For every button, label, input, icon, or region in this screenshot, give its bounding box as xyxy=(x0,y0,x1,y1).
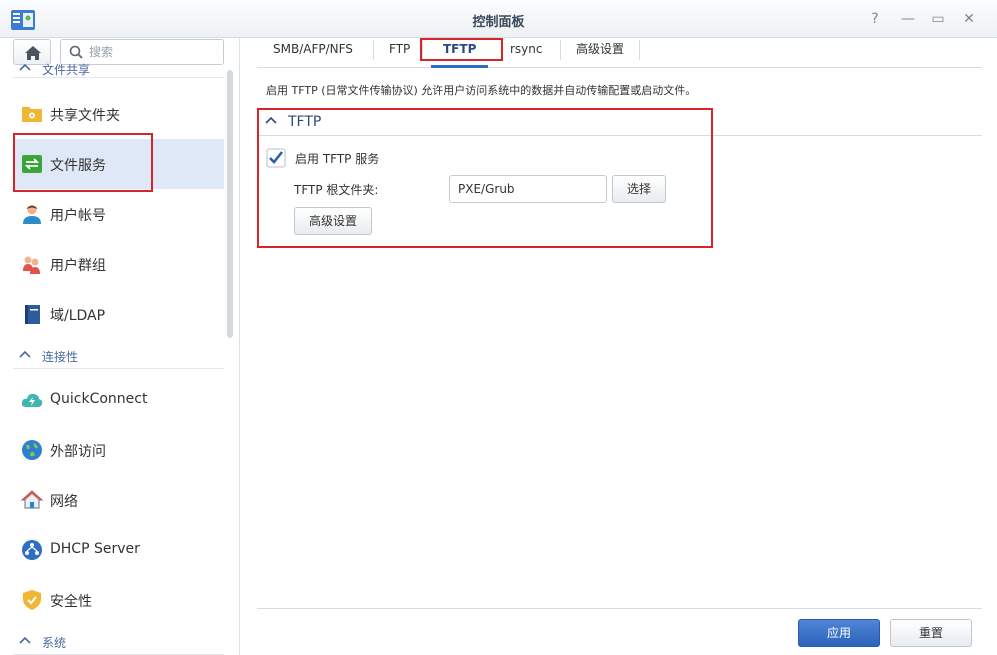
shared-folder-icon xyxy=(22,107,42,122)
close-icon[interactable]: ✕ xyxy=(960,10,978,28)
user-icon xyxy=(23,205,41,224)
chevron-up-icon xyxy=(19,636,31,644)
sidebar-item-dhcp-server[interactable]: DHCP Server xyxy=(13,525,224,575)
shield-icon xyxy=(23,590,41,610)
highlight-box-tftp-tab xyxy=(420,38,503,61)
tab-separator xyxy=(560,40,561,60)
tab-smb-afp-nfs[interactable]: SMB/AFP/NFS xyxy=(261,38,365,68)
chevron-up-icon xyxy=(19,350,31,358)
sidebar-item-domain-ldap[interactable]: 域/LDAP xyxy=(13,289,224,339)
tab-separator xyxy=(639,40,640,60)
domain-ldap-icon xyxy=(25,305,40,324)
quickconnect-icon xyxy=(21,393,43,407)
chevron-up-icon xyxy=(19,63,31,71)
help-icon[interactable]: ? xyxy=(866,10,884,28)
sidebar-item-shared-folder[interactable]: 共享文件夹 xyxy=(13,89,224,139)
maximize-icon[interactable]: ▭ xyxy=(929,10,947,28)
apply-button[interactable]: 应用 xyxy=(798,619,880,647)
section-connectivity[interactable]: 连接性 xyxy=(13,345,224,369)
tab-ftp[interactable]: FTP xyxy=(377,38,422,68)
highlight-box-file-services xyxy=(13,133,153,192)
tab-rsync[interactable]: rsync xyxy=(498,38,555,68)
highlight-box-tftp-settings xyxy=(257,108,713,248)
sidebar-item-quickconnect[interactable]: QuickConnect xyxy=(13,375,224,425)
dhcp-server-icon xyxy=(22,540,42,560)
window-title: 控制面板 xyxy=(472,15,525,30)
tftp-description: 启用 TFTP (日常文件传输协议) 允许用户访问系统中的数据并自动传输配置或启… xyxy=(266,84,697,97)
network-icon xyxy=(20,490,44,509)
sidebar-item-security[interactable]: 安全性 xyxy=(13,575,224,625)
tab-bar: SMB/AFP/NFS FTP TFTP rsync 高级设置 xyxy=(257,38,982,68)
tab-advanced[interactable]: 高级设置 xyxy=(564,38,636,68)
search-input[interactable] xyxy=(89,44,219,60)
title-bar: 控制面板 ? — ▭ ✕ xyxy=(0,0,997,38)
group-icon xyxy=(23,256,40,274)
footer-divider xyxy=(257,608,982,609)
section-file-sharing[interactable]: 文件共享 xyxy=(13,60,224,78)
sidebar-item-group[interactable]: 用户群组 xyxy=(13,239,224,289)
external-access-icon xyxy=(22,440,42,460)
sidebar-item-external-access[interactable]: 外部访问 xyxy=(13,425,224,475)
sidebar: 文件共享 共享文件夹 文件服务 用户帐号 用户群组 xyxy=(0,38,240,655)
section-system[interactable]: 系统 xyxy=(13,631,224,655)
search-icon xyxy=(69,45,83,59)
minimize-icon[interactable]: — xyxy=(899,10,917,28)
tab-separator xyxy=(373,40,374,60)
sidebar-item-network[interactable]: 网络 xyxy=(13,475,224,525)
sidebar-scrollbar[interactable] xyxy=(227,70,233,338)
sidebar-item-user[interactable]: 用户帐号 xyxy=(13,189,224,239)
reset-button[interactable]: 重置 xyxy=(890,619,972,647)
